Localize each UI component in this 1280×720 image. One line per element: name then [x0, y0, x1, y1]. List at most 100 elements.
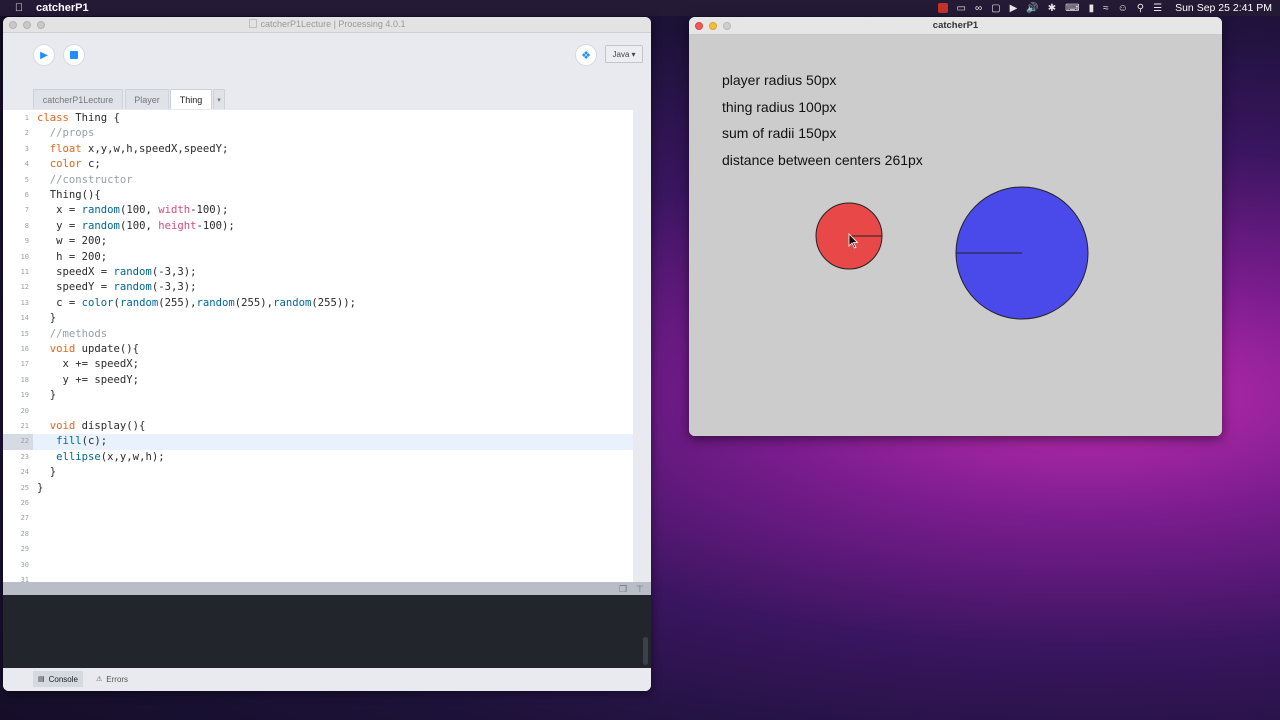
search-icon[interactable]: ⚲ [1137, 3, 1144, 14]
mode-label: Java [612, 49, 630, 59]
mode-selector[interactable]: Java ▾ [605, 45, 643, 63]
tab-menu-button[interactable]: ▾ [213, 89, 225, 109]
code-line[interactable]: 12 speedY = random(-3,3); [3, 280, 633, 295]
editor-scrollbar[interactable] [633, 110, 651, 582]
code-text: c = color(random(255),random(255),random… [37, 296, 356, 309]
code-line[interactable]: 27 [3, 511, 633, 526]
code-line[interactable]: 6 Thing(){ [3, 188, 633, 203]
line-number: 19 [20, 391, 29, 400]
tab-catcherp1lecture[interactable]: catcherP1Lecture [33, 89, 123, 109]
line-number: 5 [24, 175, 29, 184]
code-text: //props [37, 127, 95, 140]
line-number: 15 [20, 329, 29, 338]
code-text: Thing(){ [37, 189, 101, 201]
code-line[interactable]: 21 void display(){ [3, 419, 633, 434]
console-divider[interactable]: ❐ ⊤ [3, 582, 651, 595]
stop-button[interactable] [63, 44, 85, 66]
sketch-window-title: catcherP1 [932, 20, 979, 31]
user-icon[interactable]: ☺ [1118, 3, 1128, 14]
bluetooth-icon[interactable]: ✱ [1048, 3, 1056, 14]
code-line[interactable]: 8 y = random(100, height-100); [3, 219, 633, 234]
code-line[interactable]: 30 [3, 558, 633, 573]
debug-button[interactable]: ❖ [575, 44, 597, 66]
code-text: //constructor [37, 173, 133, 186]
code-line[interactable]: 26 [3, 496, 633, 511]
code-line[interactable]: 23 ellipse(x,y,w,h); [3, 450, 633, 465]
line-number: 31 [20, 576, 29, 582]
code-line[interactable]: 5 //constructor [3, 173, 633, 188]
code-text: speedX = random(-3,3); [37, 266, 197, 278]
sketch-canvas[interactable]: player radius 50px thing radius 100px su… [689, 35, 1222, 436]
tab-thing[interactable]: Thing [170, 89, 212, 109]
code-line[interactable]: 7 x = random(100, width-100); [3, 203, 633, 218]
code-line[interactable]: 25} [3, 481, 633, 496]
keyboard-icon[interactable]: ⌨ [1065, 3, 1079, 14]
code-line[interactable]: 22 fill(c); [3, 434, 633, 450]
code-text: } [37, 481, 44, 494]
code-line[interactable]: 10 h = 200; [3, 250, 633, 265]
clear-console-icon[interactable]: ⊤ [636, 584, 644, 595]
errors-tab[interactable]: ⚠ Errors [91, 671, 133, 687]
ide-window-title: catcherP1Lecture | Processing 4.0.1 [3, 19, 651, 29]
code-line[interactable]: 15 //methods [3, 327, 633, 342]
code-line[interactable]: 31 [3, 573, 633, 582]
code-line[interactable]: 2 //props [3, 126, 633, 141]
line-number: 13 [20, 298, 29, 307]
debugger-icon: ❖ [581, 49, 591, 62]
code-line[interactable]: 17 x += speedX; [3, 357, 633, 372]
code-line[interactable]: 16 void update(){ [3, 342, 633, 357]
menu-app-name[interactable]: catcherP1 [36, 2, 89, 14]
code-text: color c; [49, 158, 101, 171]
line-number: 4 [24, 160, 29, 169]
line-number: 2 [24, 129, 29, 138]
code-line[interactable]: 28 [3, 527, 633, 542]
control-center-icon[interactable]: ☰ [1153, 3, 1162, 14]
console-scrollbar[interactable] [643, 637, 648, 665]
copy-icon[interactable]: ❐ [619, 584, 627, 595]
chevron-down-icon: ▾ [631, 49, 636, 59]
menu-clock[interactable]: Sun Sep 25 2:41 PM [1175, 2, 1272, 14]
code-text: float x,y,w,h,speedX,speedY; [49, 142, 229, 155]
code-line[interactable]: 13 c = color(random(255),random(255),ran… [3, 296, 633, 311]
line-number: 30 [20, 560, 29, 569]
code-line[interactable]: 18 y += speedY; [3, 373, 633, 388]
code-line[interactable]: 29 [3, 542, 633, 557]
play-icon: ▶ [40, 49, 48, 61]
volume-icon[interactable]: 🔊 [1026, 3, 1038, 14]
code-line[interactable]: 11 speedX = random(-3,3); [3, 265, 633, 280]
play-circle-icon[interactable]: ▶ [1010, 3, 1018, 14]
run-button[interactable]: ▶ [33, 44, 55, 66]
code-line[interactable]: 19 } [3, 388, 633, 403]
stop-icon [70, 51, 78, 59]
line-number: 17 [20, 360, 29, 369]
code-line[interactable]: 9 w = 200; [3, 234, 633, 249]
code-editor[interactable]: 1 class Thing {2 //props 3 float x,y,w,h,s… [3, 110, 651, 582]
creative-cloud-icon[interactable]: ∞ [975, 3, 982, 14]
recording-icon[interactable] [937, 3, 948, 13]
wifi-icon[interactable]: ≈ [1103, 3, 1109, 14]
line-number: 24 [20, 468, 29, 477]
line-number: 16 [20, 345, 29, 353]
code-line[interactable]: 4 color c; [3, 157, 633, 172]
warning-icon: ⚠ [96, 676, 103, 683]
code-line[interactable]: 14 } [3, 311, 633, 326]
code-line[interactable]: 1 class Thing { [3, 111, 633, 126]
document-icon [248, 19, 257, 28]
code-line[interactable]: 3 float x,y,w,h,speedX,speedY; [3, 142, 633, 157]
code-line[interactable]: 20 [3, 404, 633, 419]
code-line[interactable]: 24 } [3, 465, 633, 480]
console-tab[interactable]: ▤ Console [33, 671, 83, 687]
apple-icon[interactable]:  [12, 2, 26, 14]
tab-player[interactable]: Player [125, 89, 169, 109]
code-text: } [37, 466, 57, 479]
line-number: 21 [20, 422, 29, 430]
tab-label: catcherP1Lecture [42, 94, 114, 105]
display-icon[interactable]: ▭ [957, 3, 966, 14]
line-number: 11 [20, 268, 29, 276]
screen-mirror-icon[interactable]: ▢ [991, 3, 1000, 14]
tab-label: Thing [179, 94, 203, 105]
code-text: x += speedX; [37, 358, 140, 371]
battery-icon[interactable]: ▮ [1089, 3, 1095, 14]
console-output[interactable] [3, 595, 651, 668]
errors-tab-label: Errors [106, 674, 129, 684]
